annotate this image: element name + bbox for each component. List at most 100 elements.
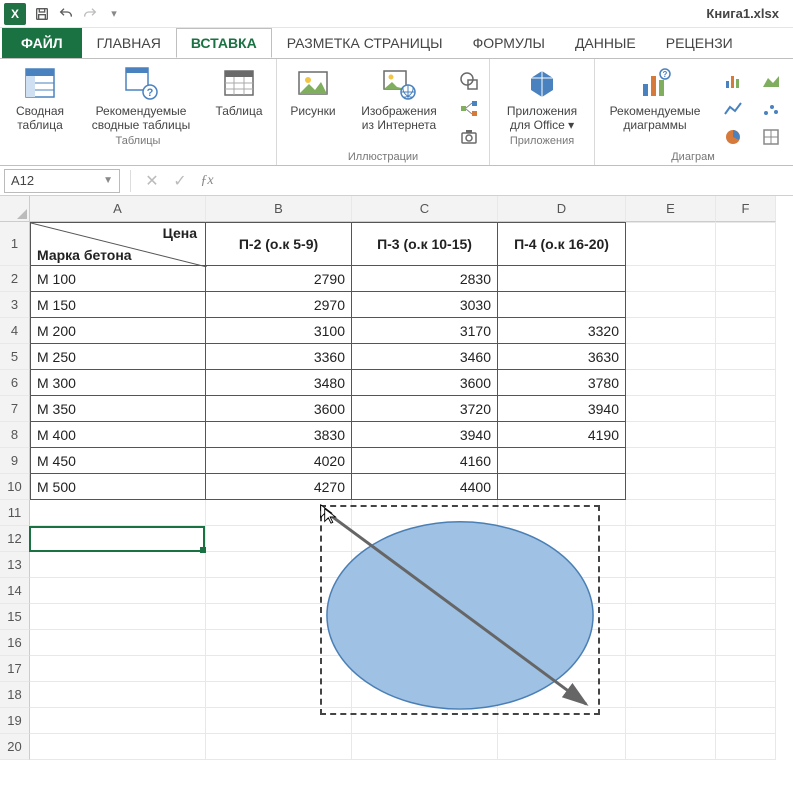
cell[interactable]: 3480 [206,370,352,396]
cell[interactable] [716,292,776,318]
row-header[interactable]: 20 [0,734,30,760]
cell[interactable]: М 250 [30,344,206,370]
cell[interactable] [30,734,206,760]
cell[interactable] [626,292,716,318]
row-header[interactable]: 12 [0,526,30,552]
cell[interactable]: 3780 [498,370,626,396]
cell[interactable] [626,344,716,370]
cell[interactable]: 3600 [352,370,498,396]
cell[interactable] [716,344,776,370]
cell[interactable] [30,604,206,630]
cell[interactable] [716,318,776,344]
cell[interactable] [716,474,776,500]
cell[interactable]: 3170 [352,318,498,344]
cancel-formula-button[interactable]: ✕ [141,170,163,192]
cell[interactable] [716,630,776,656]
column-header[interactable]: A [30,196,206,222]
cell[interactable] [30,526,206,552]
cell[interactable] [716,656,776,682]
table-button[interactable]: Таблица [210,65,268,119]
cell[interactable] [716,422,776,448]
cell[interactable] [30,682,206,708]
cell[interactable] [626,578,716,604]
cell[interactable] [30,500,206,526]
shapes-button[interactable] [457,69,481,93]
cell[interactable]: 3320 [498,318,626,344]
cell[interactable] [626,734,716,760]
qat-customize-button[interactable]: ▾ [102,3,126,25]
cell[interactable]: 2970 [206,292,352,318]
column-header[interactable]: F [716,196,776,222]
scatter-chart-button[interactable] [759,97,783,121]
select-all-button[interactable] [0,196,30,222]
cell[interactable] [716,552,776,578]
cell[interactable]: 4020 [206,448,352,474]
cell[interactable] [498,266,626,292]
cell[interactable] [626,222,716,266]
area-chart-button[interactable] [759,69,783,93]
cell[interactable] [716,500,776,526]
cell[interactable]: М 400 [30,422,206,448]
row-header[interactable]: 1 [0,222,30,266]
row-header[interactable]: 10 [0,474,30,500]
cell[interactable]: 4190 [498,422,626,448]
tab-data[interactable]: ДАННЫЕ [560,28,651,58]
row-header[interactable]: 3 [0,292,30,318]
cell[interactable] [626,396,716,422]
cell[interactable]: П-2 (о.к 5-9) [206,222,352,266]
cell[interactable]: Цена Марка бетона [30,222,206,266]
pivot-table-button[interactable]: Сводная таблица [8,65,72,133]
row-header[interactable]: 6 [0,370,30,396]
cell[interactable]: П-4 (о.к 16-20) [498,222,626,266]
column-header[interactable]: E [626,196,716,222]
cell[interactable] [626,526,716,552]
tab-insert[interactable]: ВСТАВКА [176,28,272,58]
tab-home[interactable]: ГЛАВНАЯ [82,28,176,58]
shape-selection-box[interactable] [320,505,600,715]
cell[interactable] [716,222,776,266]
cell[interactable] [716,370,776,396]
insert-function-button[interactable]: ƒx [197,171,217,191]
tab-review[interactable]: РЕЦЕНЗИ [651,28,748,58]
cell[interactable] [206,734,352,760]
cell[interactable] [626,630,716,656]
cell[interactable] [30,552,206,578]
cell[interactable]: 4400 [352,474,498,500]
online-pictures-button[interactable]: Изображения из Интернета [355,65,443,133]
row-header[interactable]: 18 [0,682,30,708]
row-header[interactable]: 4 [0,318,30,344]
cell[interactable]: 4270 [206,474,352,500]
row-header[interactable]: 14 [0,578,30,604]
cell[interactable]: М 450 [30,448,206,474]
line-chart-button[interactable] [721,97,745,121]
cell[interactable] [498,292,626,318]
cell[interactable] [30,578,206,604]
cell[interactable] [626,448,716,474]
cell[interactable] [626,656,716,682]
column-header[interactable]: C [352,196,498,222]
cell[interactable] [30,708,206,734]
row-header[interactable]: 9 [0,448,30,474]
bar-chart-button[interactable] [721,69,745,93]
cell[interactable]: П-3 (о.к 10-15) [352,222,498,266]
cell[interactable] [716,448,776,474]
cell[interactable]: М 350 [30,396,206,422]
cell[interactable] [30,630,206,656]
cell[interactable] [626,318,716,344]
cell[interactable]: 3940 [498,396,626,422]
tab-page-layout[interactable]: РАЗМЕТКА СТРАНИЦЫ [272,28,458,58]
cell[interactable] [626,552,716,578]
cell[interactable] [626,422,716,448]
cell[interactable]: 3600 [206,396,352,422]
undo-button[interactable] [54,3,78,25]
cell[interactable] [352,734,498,760]
cell[interactable] [716,578,776,604]
cell[interactable]: М 200 [30,318,206,344]
cell[interactable] [626,266,716,292]
cell[interactable]: М 100 [30,266,206,292]
cell[interactable] [498,474,626,500]
row-header[interactable]: 15 [0,604,30,630]
name-box[interactable]: A12 ▼ [4,169,120,193]
cell[interactable] [716,604,776,630]
recommended-pivot-button[interactable]: ? Рекомендуемые сводные таблицы [86,65,196,133]
